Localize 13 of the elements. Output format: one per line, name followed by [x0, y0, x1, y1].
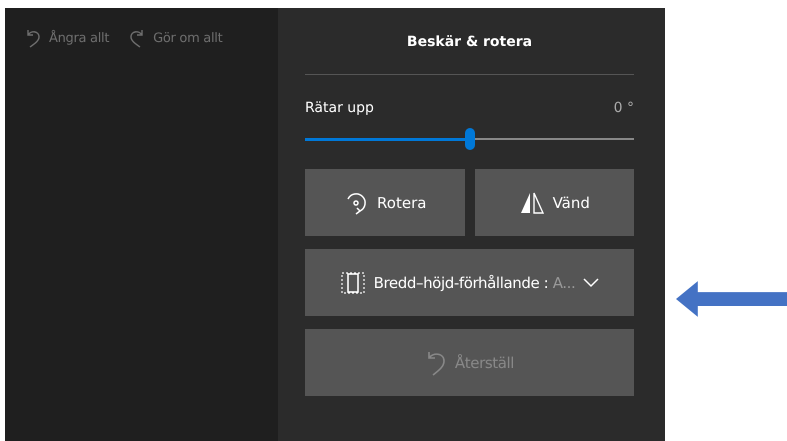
undo-icon [25, 28, 41, 48]
straighten-label: Rätar upp [305, 100, 374, 116]
rotate-button[interactable]: Rotera [305, 169, 464, 236]
straighten-slider[interactable] [305, 128, 634, 150]
slider-thumb[interactable] [464, 128, 474, 150]
aspect-ratio-icon [340, 270, 366, 294]
panel-title: Beskär & rotera [406, 34, 534, 52]
aspect-ratio-dropdown[interactable]: Bredd–höjd-förhållande : A... [305, 249, 634, 316]
flip-icon [518, 190, 545, 214]
angle-reading: 0 ° [614, 100, 634, 116]
chevron-down-icon [583, 278, 600, 288]
redo-icon [129, 28, 146, 48]
flip-button[interactable]: Vänd [474, 169, 634, 236]
